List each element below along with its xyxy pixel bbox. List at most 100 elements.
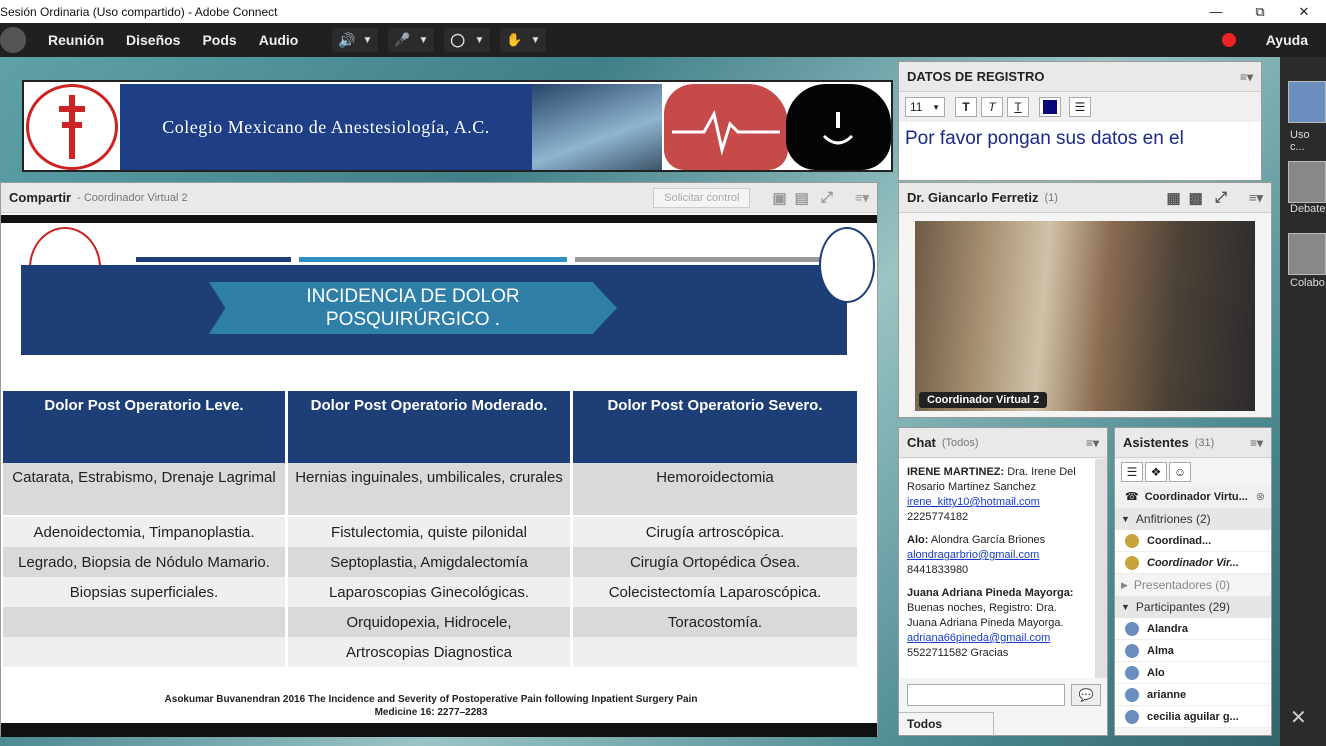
share-presenter: - Coordinador Virtual 2 (77, 191, 188, 204)
webcam-button[interactable]: ◯ ▼ (444, 28, 491, 52)
chat-sender: IRENE MARTINEZ: (907, 466, 1005, 478)
layout-label: Debate (1290, 203, 1326, 215)
participant-avatar-icon (1125, 687, 1139, 702)
hosts-section[interactable]: ▼ Anfitriones (2) (1115, 508, 1271, 530)
pod-menu-icon[interactable]: ≡▾ (1086, 436, 1099, 450)
chevron-down-icon: ▼ (1121, 602, 1130, 612)
speaker-button[interactable]: 🔊 ▼ (332, 28, 379, 52)
help-menu[interactable]: Ayuda (1266, 32, 1308, 48)
chat-input[interactable] (907, 684, 1065, 706)
participants-section[interactable]: ▼ Participantes (29) (1115, 596, 1271, 618)
italic-button[interactable]: T (981, 97, 1003, 117)
attendees-header: Asistentes (31) ≡▾ (1115, 428, 1271, 458)
speaker-icon: 🔊 (338, 31, 356, 48)
pod-menu-icon[interactable]: ≡▾ (1240, 70, 1253, 84)
table-cell (573, 637, 857, 667)
chat-email-link[interactable]: irene_kitty10@hotmail.com (907, 496, 1040, 508)
bold-button[interactable]: T (955, 97, 977, 117)
microphone-button[interactable]: 🎤 ▼ (388, 28, 435, 52)
video-feed[interactable]: Coordinador Virtual 2 (915, 221, 1255, 411)
actual-size-icon[interactable]: ▤ (795, 189, 809, 207)
hand-icon: ✋ (506, 32, 523, 47)
notes-toolbar: 11 ▼ T T T ☰ (899, 92, 1261, 122)
underline-button[interactable]: T (1007, 97, 1029, 117)
chat-email-link[interactable]: alondragarbrio@gmail.com (907, 549, 1039, 561)
participant-item[interactable]: Alandra (1115, 618, 1271, 640)
host-item[interactable]: Coordinador Vir... (1115, 552, 1271, 574)
phone-icon: ☎ (1125, 491, 1139, 503)
registro-title: DATOS DE REGISTRO (907, 69, 1045, 84)
attendees-count: (31) (1194, 436, 1215, 449)
close-panel-icon[interactable]: ✕ (1290, 705, 1307, 730)
webcam-icon: ◯ (450, 32, 465, 47)
chat-messages: IRENE MARTINEZ: Dra. Irene Del Rosario M… (899, 459, 1095, 678)
minimize-button[interactable]: — (1194, 0, 1238, 23)
chevron-down-icon: ▼ (418, 34, 429, 46)
chat-recipient-tab[interactable]: Todos (899, 712, 994, 736)
bullet-list-button[interactable]: ☰ (1069, 97, 1091, 117)
raise-hand-button[interactable]: ✋ ▼ (500, 28, 547, 52)
table-cell: Fistulectomia, quiste pilonidal (288, 517, 570, 547)
host-avatar-icon (1125, 555, 1139, 570)
menu-pods[interactable]: Pods (202, 32, 236, 48)
close-window-button[interactable]: ✕ (1282, 0, 1326, 23)
text-color-button[interactable] (1039, 97, 1061, 117)
microphone-icon: 🎤 (394, 32, 411, 47)
pod-menu-icon[interactable]: ≡▾ (1249, 190, 1263, 206)
close-icon[interactable]: ⊗ (1256, 490, 1265, 503)
grid-view-icon[interactable]: ▦ (1166, 189, 1180, 207)
participant-avatar-icon (1125, 621, 1139, 636)
list-view-icon[interactable]: ☰ (1121, 462, 1143, 482)
font-size-select[interactable]: 11 ▼ (905, 97, 945, 117)
banner-title: Colegio Mexicano de Anestesiología, A.C. (120, 84, 532, 170)
speech-bubble-icon: 💬 (1078, 688, 1094, 702)
fullscreen-icon[interactable]: ⤢ (821, 189, 833, 206)
filmstrip-view-icon[interactable]: ▩ (1189, 189, 1203, 207)
fullscreen-icon[interactable]: ⤢ (1215, 189, 1227, 206)
pod-menu-icon[interactable]: ≡▾ (855, 190, 869, 206)
layout-label: Uso c... (1290, 129, 1310, 153)
registro-text[interactable]: Por favor pongan sus datos en el (899, 122, 1261, 180)
college-banner: Colegio Mexicano de Anestesiología, A.C. (22, 80, 893, 172)
menu-disenos[interactable]: Diseños (126, 32, 180, 48)
fit-width-icon[interactable]: ▣ (772, 189, 786, 207)
request-control-button[interactable]: Solicitar control (653, 187, 751, 208)
layouts-panel: Uso c... Debate Colabo ✕ (1280, 57, 1326, 746)
chevron-right-icon: ▶ (1121, 579, 1128, 590)
chat-scope: (Todos) (941, 436, 979, 449)
chat-phone: 8441833980 (907, 564, 969, 576)
send-message-button[interactable]: 💬 (1071, 684, 1101, 706)
menu-reunion[interactable]: Reunión (48, 32, 104, 48)
participant-item[interactable]: cecilia aguilar g... (1115, 706, 1271, 728)
table-cell: Artroscopias Diagnostica (288, 637, 570, 667)
maximize-button[interactable]: ⧉ (1238, 0, 1282, 23)
breakout-view-icon[interactable]: ❖ (1145, 462, 1167, 482)
recording-icon[interactable] (1221, 33, 1236, 47)
layout-thumb[interactable] (1288, 81, 1326, 123)
current-user-row[interactable]: ☎ Coordinador Virtu... ⊗ (1115, 486, 1271, 508)
table-header: Dolor Post Operatorio Moderado. (288, 391, 570, 463)
menu-audio[interactable]: Audio (259, 32, 299, 48)
pod-menu-icon[interactable]: ≡▾ (1250, 436, 1263, 450)
chat-email-link[interactable]: adriana66pineda@gmail.com (907, 632, 1050, 644)
host-item[interactable]: Coordinad... (1115, 530, 1271, 552)
institute-seal-logo (819, 227, 875, 303)
participant-item[interactable]: arianne (1115, 684, 1271, 706)
layout-thumb[interactable] (1288, 161, 1326, 203)
chat-message: Alo: Alondra García Briones alondragarbri… (907, 533, 1087, 578)
chevron-down-icon: ▼ (932, 102, 940, 112)
layout-thumb[interactable] (1288, 233, 1326, 275)
status-view-icon[interactable]: ☺ (1169, 462, 1191, 482)
camera-title: Dr. Giancarlo Ferretiz (907, 190, 1039, 205)
participant-avatar-icon (1125, 665, 1139, 680)
table-cell: Toracostomía. (573, 607, 857, 637)
table-cell: Catarata, Estrabismo, Drenaje Lagrimal (3, 463, 285, 515)
menu-bar: Reunión Diseños Pods Audio 🔊 ▼ 🎤 ▼ ◯ ▼ ✋ ▼ A… (0, 23, 1326, 57)
chat-scrollbar[interactable] (1095, 459, 1107, 678)
participant-item[interactable]: Alo (1115, 662, 1271, 684)
anesthesia-graphic (786, 84, 891, 170)
participant-item[interactable]: Alma (1115, 640, 1271, 662)
presenters-section[interactable]: ▶ Presentadores (0) (1115, 574, 1271, 596)
layout-label: Colabo (1290, 277, 1325, 289)
chevron-down-icon: ▼ (474, 34, 485, 46)
